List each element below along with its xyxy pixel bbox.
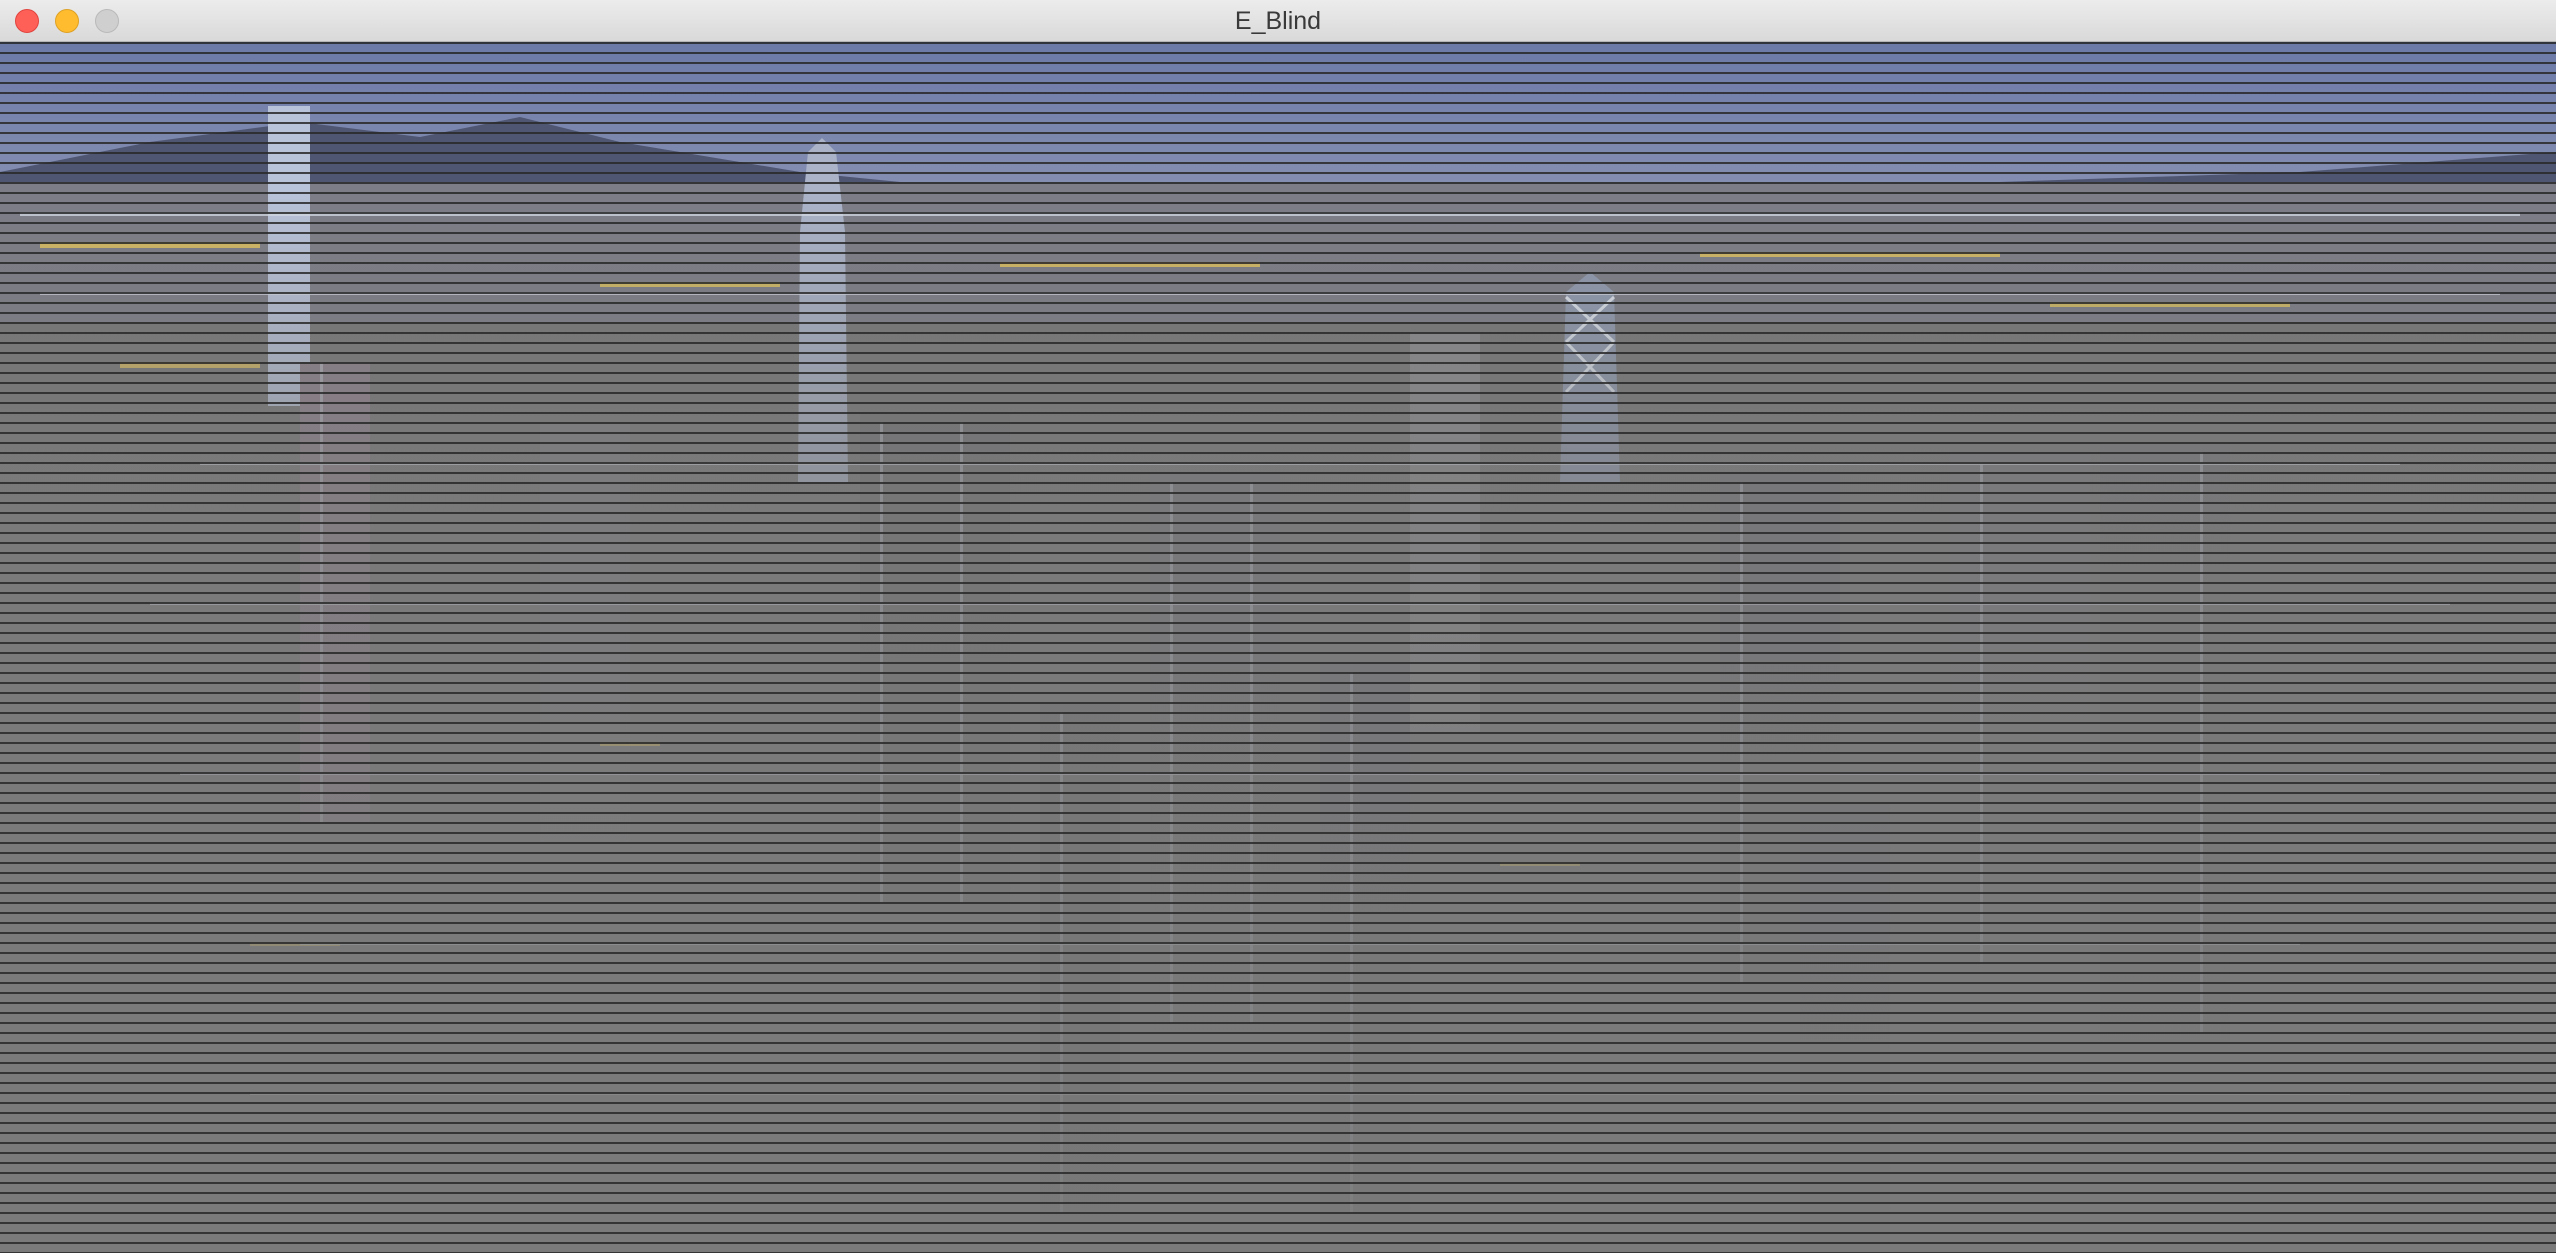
- window-title: E_Blind: [1234, 7, 1322, 35]
- city-skyline-image: [0, 42, 2556, 1253]
- title-bar[interactable]: E_Blind: [0, 0, 2556, 42]
- app-window: E_Blind: [0, 0, 2556, 1253]
- image-canvas: [0, 42, 2556, 1253]
